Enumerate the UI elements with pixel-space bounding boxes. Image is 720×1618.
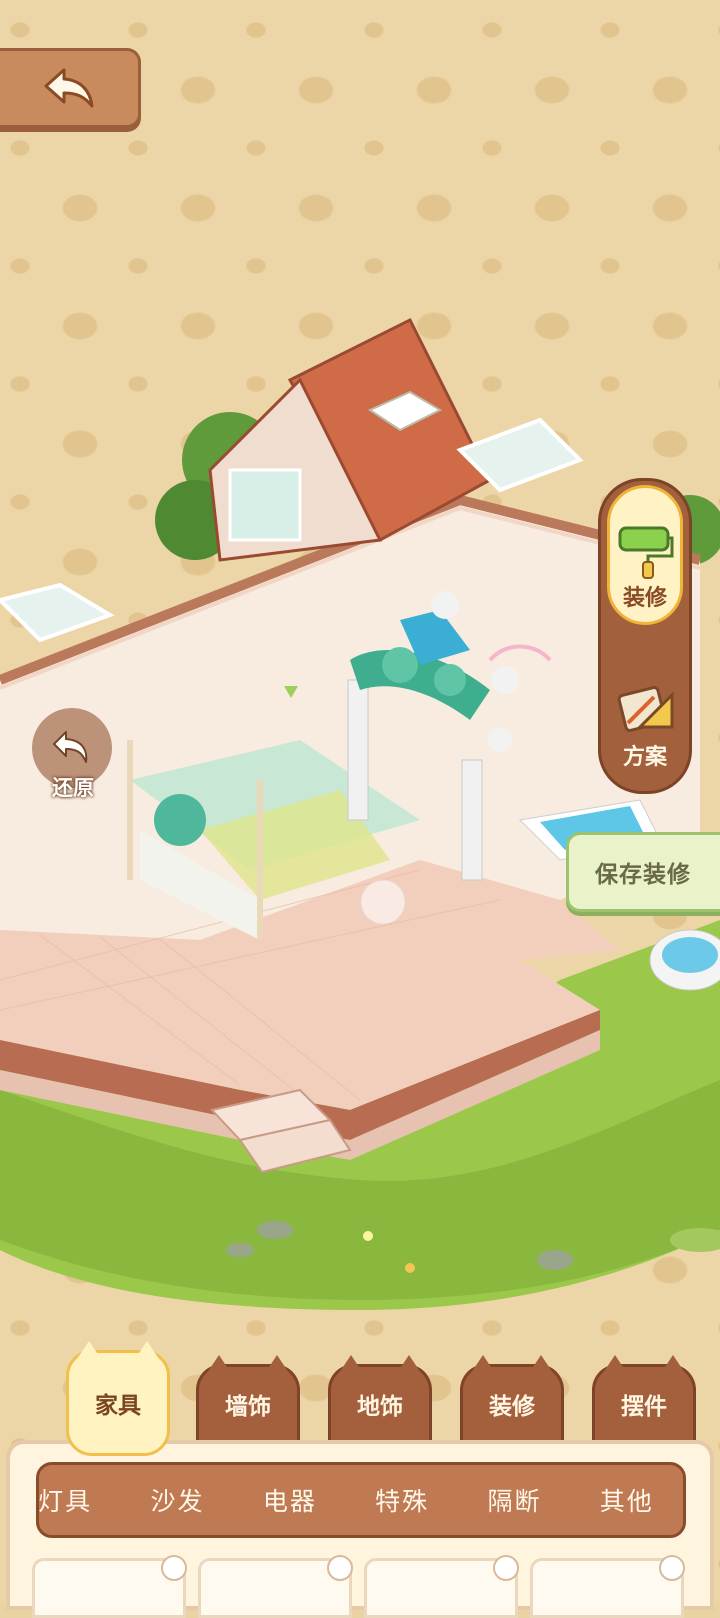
item-card[interactable] [364, 1555, 519, 1618]
tab-label: 家具 [95, 1393, 141, 1419]
decorate-label: 装修 [622, 586, 667, 611]
tab-label: 地饰 [357, 1393, 403, 1420]
item-panel: 灯具 沙发 电器 特殊 隔断 其他 [6, 1440, 714, 1618]
save-label: 保存装修 [595, 862, 691, 888]
tab-wall-decor[interactable]: 墙饰 [196, 1355, 300, 1440]
tab-furniture[interactable]: 家具 [66, 1341, 170, 1456]
tab-label: 装修 [489, 1393, 535, 1420]
item-tag-icon [659, 1555, 685, 1581]
undo-arrow-icon [53, 731, 88, 763]
decorate-button[interactable]: 装修 [607, 485, 683, 625]
subcategory-sofas[interactable]: 沙发 [150, 1482, 204, 1518]
back-button[interactable] [0, 48, 141, 128]
room-scene[interactable] [0, 300, 720, 1360]
subcategory-special[interactable]: 特殊 [375, 1482, 429, 1518]
tab-ornaments[interactable]: 摆件 [592, 1355, 696, 1440]
blueprint-ruler-icon [617, 686, 674, 732]
item-list [32, 1555, 712, 1618]
tab-label: 摆件 [621, 1393, 667, 1420]
subcategory-appliances[interactable]: 电器 [263, 1482, 317, 1518]
subcategory-other[interactable]: 其他 [600, 1482, 654, 1518]
tab-label: 墙饰 [225, 1393, 271, 1420]
category-tabs: 家具 墙饰 地饰 装修 摆件 [0, 1341, 720, 1456]
back-arrow-icon [44, 68, 94, 108]
subcategory-lamps[interactable]: 灯具 [39, 1482, 92, 1518]
plan-label: 方案 [622, 745, 667, 770]
item-card[interactable] [530, 1555, 685, 1618]
tab-renovation[interactable]: 装修 [460, 1355, 564, 1440]
paint-roller-icon [618, 526, 674, 579]
plan-button[interactable]: 方案 [607, 641, 683, 781]
item-card[interactable] [198, 1555, 353, 1618]
reset-label: 还原 [52, 776, 94, 800]
subcategory-bar: 灯具 沙发 电器 特殊 隔断 其他 [36, 1462, 686, 1538]
item-tag-icon [327, 1555, 353, 1581]
item-tag-icon [161, 1555, 187, 1581]
item-tag-icon [493, 1555, 519, 1581]
tab-floor-decor[interactable]: 地饰 [328, 1355, 432, 1440]
save-decoration-button[interactable]: 保存装修 [566, 832, 720, 912]
subcategory-partitions[interactable]: 隔断 [487, 1482, 541, 1518]
item-card[interactable] [32, 1555, 187, 1618]
side-menu: 装修 方案 [598, 478, 692, 794]
